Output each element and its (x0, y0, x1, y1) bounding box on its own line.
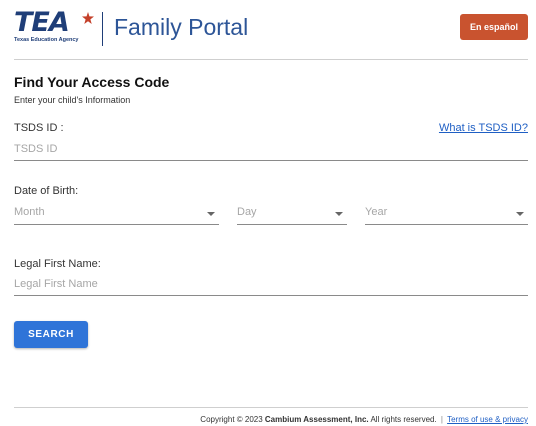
tsds-id-help-link[interactable]: What is TSDS ID? (439, 122, 528, 134)
year-select[interactable]: Year (365, 203, 528, 225)
legal-first-name-input[interactable] (14, 272, 528, 296)
caret-down-icon (335, 212, 343, 216)
header-divider-line (14, 59, 528, 60)
star-icon (82, 12, 94, 24)
logo-subtext: Texas Education Agency (14, 37, 79, 43)
footer: Copyright © 2023 Cambium Assessment, Inc… (200, 415, 528, 424)
tsds-id-label: TSDS ID : (14, 122, 64, 134)
day-select[interactable]: Day (237, 203, 347, 225)
tsds-id-input[interactable] (14, 137, 528, 161)
caret-down-icon (516, 212, 524, 216)
date-of-birth-label: Date of Birth: (14, 185, 79, 197)
portal-title: Family Portal (114, 14, 249, 40)
tea-logo: TEA Texas Education Agency (14, 7, 94, 48)
copyright-prefix: Copyright © 2023 (200, 415, 265, 424)
footer-separator: | (440, 415, 443, 424)
header-divider (102, 12, 103, 46)
month-select-value: Month (14, 206, 45, 218)
caret-down-icon (207, 212, 215, 216)
company-name: Cambium Assessment, Inc. (264, 415, 369, 424)
footer-divider-line (14, 407, 528, 408)
language-toggle-button[interactable]: En español (460, 14, 528, 40)
terms-of-use-link[interactable]: Terms of use & privacy (447, 415, 528, 424)
header: TEA Texas Education Agency Family Portal… (14, 8, 528, 48)
year-select-value: Year (365, 206, 388, 218)
day-select-value: Day (237, 206, 257, 218)
copyright-suffix: All rights reserved. (368, 415, 437, 424)
page-title: Find Your Access Code (14, 74, 170, 90)
search-button[interactable]: SEARCH (14, 321, 88, 348)
page-subtitle: Enter your child's Information (14, 95, 131, 105)
month-select[interactable]: Month (14, 203, 219, 225)
logo-text: TEA (14, 7, 70, 38)
legal-first-name-label: Legal First Name: (14, 258, 101, 270)
